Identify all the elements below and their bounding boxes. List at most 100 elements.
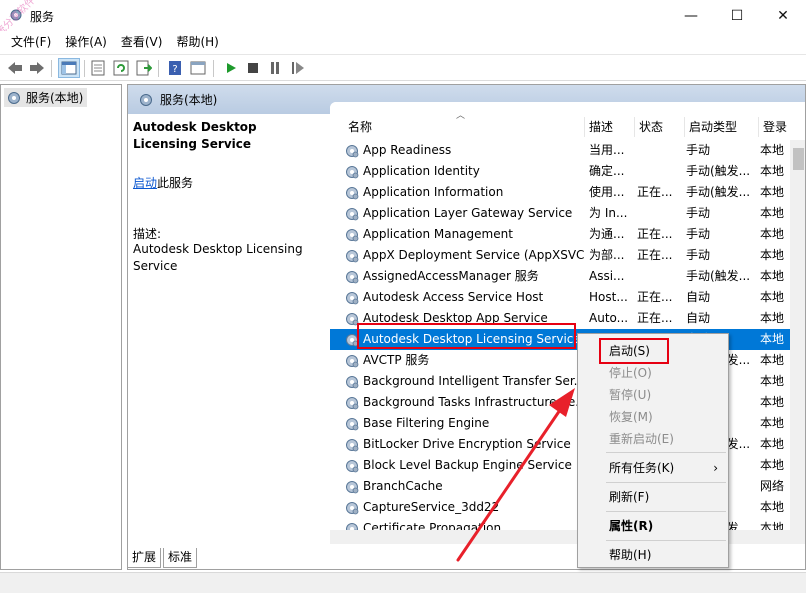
list-header: ︿ 名称 描述 状态 启动类型 登录	[330, 102, 805, 140]
service-logon: 本地	[760, 416, 785, 430]
detail-description-label: 描述:	[133, 227, 162, 241]
service-gear-icon	[346, 186, 359, 199]
vertical-scrollbar[interactable]	[790, 140, 805, 530]
service-description: 为通...	[589, 227, 625, 241]
table-row[interactable]: Application Layer Gateway Service 为 In...…	[330, 203, 790, 224]
service-name-cell: Application Layer Gateway Service	[344, 203, 584, 224]
context-menu: 启动(S) 停止(O) 暂停(U) 恢复(M) 重新启动(E) 所有任务(K) …	[577, 333, 729, 568]
tree-item-label: 服务(本地)	[26, 91, 84, 105]
service-name-cell: BranchCache	[344, 476, 584, 497]
service-name: AssignedAccessManager 服务	[363, 269, 539, 283]
help-book-icon[interactable]: ?	[166, 59, 184, 77]
service-logon: 本地	[760, 332, 785, 346]
service-gear-icon	[346, 480, 359, 493]
export-list-icon[interactable]	[135, 59, 153, 77]
ctx-help[interactable]: 帮助(H)	[578, 544, 728, 566]
service-description: 为 In...	[589, 206, 628, 220]
service-logon: 网络	[760, 479, 785, 493]
maximize-button[interactable]: ☐	[714, 0, 760, 31]
services-gear-icon	[140, 93, 152, 106]
service-gear-icon	[346, 354, 359, 367]
menu-file[interactable]: 文件(F)	[4, 31, 58, 53]
service-gear-icon	[346, 270, 359, 283]
pause-service-icon[interactable]	[266, 59, 284, 77]
ctx-resume: 恢复(M)	[609, 410, 653, 424]
service-gear-icon	[346, 207, 359, 220]
service-gear-icon	[346, 165, 359, 178]
ctx-separator	[606, 511, 726, 512]
start-service-play-icon[interactable]	[222, 59, 240, 77]
properties-sheet-icon[interactable]	[89, 59, 107, 77]
toolbar-separator	[213, 60, 214, 77]
start-service-link[interactable]: 启动	[133, 176, 157, 190]
service-status: 正在...	[637, 311, 673, 325]
service-status: 正在...	[637, 227, 673, 241]
service-name-cell: AVCTP 服务	[344, 350, 584, 371]
services-gear-icon	[10, 9, 22, 21]
refresh-icon[interactable]	[112, 59, 130, 77]
service-gear-icon	[346, 312, 359, 325]
service-gear-icon	[346, 228, 359, 241]
stop-service-icon[interactable]	[244, 59, 262, 77]
tree-item-services-local[interactable]: 服务(本地)	[4, 88, 88, 107]
services-gear-icon	[8, 91, 20, 104]
services-list: ︿ 名称 描述 状态 启动类型 登录 App Readiness 当用... 手动本…	[330, 102, 805, 544]
show-hide-action-pane-icon[interactable]	[189, 59, 207, 77]
service-name: Application Information	[363, 185, 504, 199]
table-row[interactable]: Application Information 使用... 正在... 手动(触发..…	[330, 182, 790, 203]
service-name: Background Tasks Infrastructure Se...	[363, 395, 584, 409]
view-tabs: 扩展 标准	[127, 548, 199, 570]
service-name-cell: Background Intelligent Transfer Ser...	[344, 371, 584, 392]
menu-help[interactable]: 帮助(H)	[169, 31, 225, 53]
service-name-cell: AssignedAccessManager 服务	[344, 266, 584, 287]
menu-action[interactable]: 操作(A)	[58, 31, 114, 53]
column-startup-type[interactable]: 启动类型	[684, 117, 758, 137]
service-name-cell: Block Level Backup Engine Service	[344, 455, 584, 476]
forward-arrow-icon[interactable]	[28, 59, 46, 77]
service-status: 正在...	[637, 185, 673, 199]
service-description: 确定...	[589, 164, 625, 178]
service-gear-icon	[346, 438, 359, 451]
close-button[interactable]: ✕	[760, 0, 806, 31]
table-row[interactable]: Application Management 为通... 正在... 手动 本地	[330, 224, 790, 245]
service-name: Block Level Backup Engine Service	[363, 458, 572, 472]
table-row[interactable]: App Readiness 当用... 手动 本地	[330, 140, 790, 161]
horizontal-scrollbar[interactable]	[330, 530, 805, 544]
ctx-properties[interactable]: 属性(R)	[578, 515, 728, 537]
status-bar	[0, 572, 806, 593]
ctx-start[interactable]: 启动(S)	[578, 340, 728, 362]
scrollbar-thumb[interactable]	[793, 148, 804, 170]
service-name: Autodesk Access Service Host	[363, 290, 544, 304]
table-row[interactable]: AppX Deployment Service (AppXSVC) 为部... 正在…	[330, 245, 790, 266]
ctx-restart: 重新启动(E)	[609, 432, 674, 446]
service-logon: 本地	[760, 269, 785, 283]
table-row[interactable]: AssignedAccessManager 服务 Assi... 手动(触发... 本…	[330, 266, 790, 287]
back-arrow-icon[interactable]	[6, 59, 24, 77]
service-name-cell: CaptureService_3dd22	[344, 497, 584, 518]
service-name-cell: Application Identity	[344, 161, 584, 182]
toolbar-separator	[158, 60, 159, 77]
minimize-button[interactable]: —	[668, 0, 714, 31]
service-description: 为部...	[589, 248, 625, 262]
ctx-refresh[interactable]: 刷新(F)	[578, 486, 728, 508]
console-tree-icon[interactable]	[58, 58, 80, 78]
ctx-all-tasks[interactable]: 所有任务(K) ›	[578, 457, 728, 479]
restart-service-icon[interactable]	[289, 59, 307, 77]
service-description: Host...	[589, 290, 628, 304]
menu-view[interactable]: 查看(V)	[114, 31, 170, 53]
column-logon[interactable]: 登录	[758, 117, 798, 137]
column-name[interactable]: 名称	[344, 117, 584, 137]
menu-bar: 文件(F) 操作(A) 查看(V) 帮助(H)	[0, 31, 806, 53]
table-row[interactable]: Autodesk Access Service Host Host... 正在...…	[330, 287, 790, 308]
service-startup-type: 手动(触发...	[686, 185, 751, 199]
column-description[interactable]: 描述	[584, 117, 634, 137]
service-gear-icon	[346, 144, 359, 157]
service-gear-icon	[346, 501, 359, 514]
service-detail-pane: Autodesk Desktop Licensing Service 启动此服务…	[128, 114, 328, 544]
table-row[interactable]: Application Identity 确定... 手动(触发... 本地	[330, 161, 790, 182]
tab-standard[interactable]: 标准	[163, 548, 198, 568]
table-row[interactable]: Autodesk Desktop App Service Auto... 正在...…	[330, 308, 790, 329]
tab-extended[interactable]: 扩展	[127, 548, 162, 568]
column-status[interactable]: 状态	[634, 117, 684, 137]
service-name: AppX Deployment Service (AppXSVC)	[363, 248, 584, 262]
